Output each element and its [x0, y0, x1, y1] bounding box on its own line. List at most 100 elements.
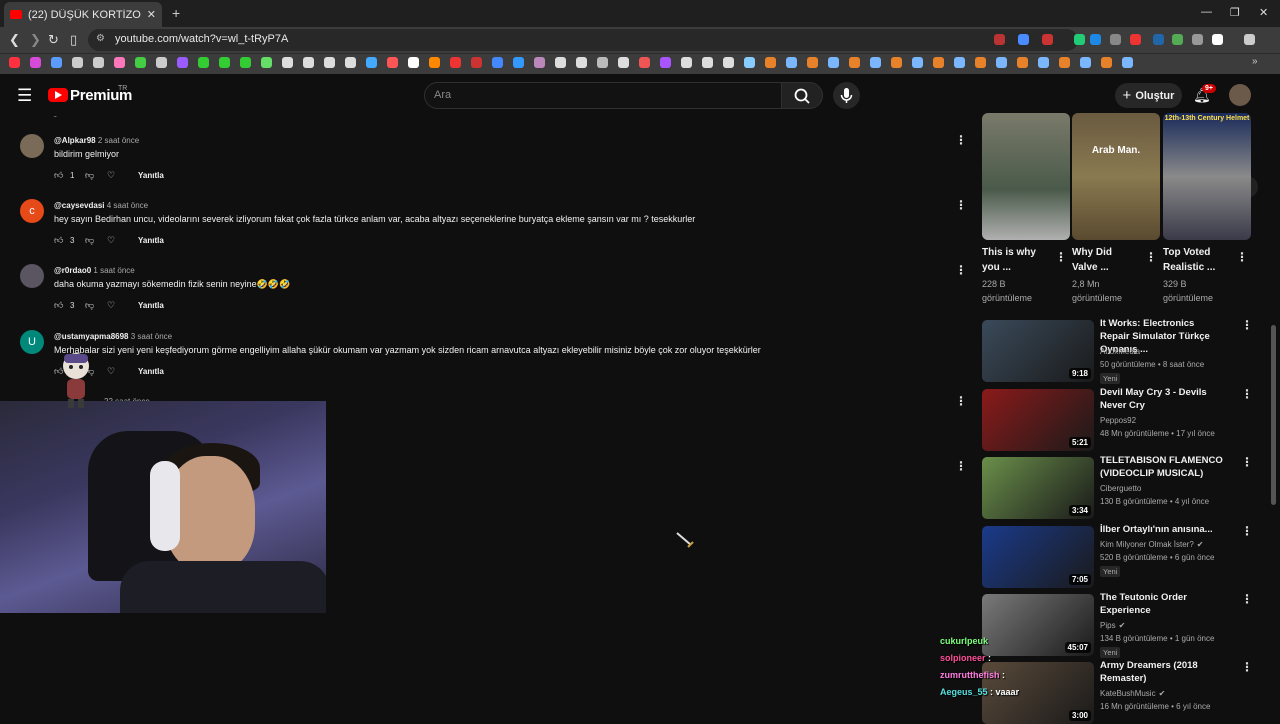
bookmark-icon[interactable] — [429, 57, 440, 68]
video-channel[interactable]: Ciberguetto — [1100, 484, 1141, 493]
account-avatar[interactable] — [1229, 84, 1251, 106]
bookmark-icon[interactable] — [849, 57, 860, 68]
bookmark-icon[interactable] — [597, 57, 608, 68]
video-channel[interactable]: AnoxMedia — [1100, 347, 1140, 356]
comment-author[interactable]: @ustamyapma8698 — [54, 332, 129, 341]
site-info-icon[interactable]: ⚙ — [96, 33, 105, 44]
bookmark-icon[interactable] — [387, 57, 398, 68]
bookmark-icon[interactable] — [828, 57, 839, 68]
video-thumbnail[interactable]: 3:34 — [982, 457, 1094, 519]
video-more-icon[interactable]: ⋮ — [1241, 524, 1253, 538]
bookmark-icon[interactable] — [933, 57, 944, 68]
extension-icon[interactable] — [1074, 34, 1085, 45]
comment-time[interactable]: 2 saat önce — [98, 136, 139, 145]
bookmark-icon[interactable] — [240, 57, 251, 68]
extension-icon[interactable] — [1153, 34, 1164, 45]
bookmark-icon[interactable] — [198, 57, 209, 68]
bookmark-icon[interactable] — [303, 57, 314, 68]
short-thumbnail[interactable]: 12th-13th Century Helmet — [1163, 113, 1251, 240]
bookmark-icon[interactable] — [786, 57, 797, 68]
bookmark-icon[interactable] — [660, 57, 671, 68]
short-title[interactable]: Why Did Valve ... — [1072, 245, 1132, 275]
bookmark-icon[interactable] — [156, 57, 167, 68]
more-bookmarks-icon[interactable]: » — [1252, 56, 1258, 67]
bookmark-icon[interactable] — [891, 57, 902, 68]
short-more-icon[interactable]: ⋮ — [1236, 250, 1248, 264]
reply-button[interactable]: Yanıtla — [138, 367, 164, 376]
reload-icon[interactable]: ↻ — [48, 32, 59, 48]
more-options-icon[interactable]: ⋮ — [955, 198, 967, 212]
extension-icon[interactable] — [1192, 34, 1203, 45]
heart-icon[interactable]: ♡ — [107, 366, 115, 377]
short-more-icon[interactable]: ⋮ — [1055, 250, 1067, 264]
bookmark-icon[interactable] — [912, 57, 923, 68]
bookmark-icon[interactable] — [219, 57, 230, 68]
reply-button[interactable]: Yanıtla — [138, 236, 164, 245]
video-more-icon[interactable]: ⋮ — [1241, 455, 1253, 469]
video-thumbnail[interactable]: 5:21 — [982, 389, 1094, 451]
heart-icon[interactable]: ♡ — [107, 170, 115, 181]
menu-icon[interactable]: ☰ — [17, 86, 32, 106]
bookmark-icon[interactable] — [177, 57, 188, 68]
video-title[interactable]: The Teutonic Order Experience — [1100, 591, 1225, 617]
bookmark-icon[interactable] — [345, 57, 356, 68]
bookmark-icon[interactable] — [1122, 57, 1133, 68]
video-title[interactable]: Army Dreamers (2018 Remaster) — [1100, 659, 1225, 685]
dislike-icon[interactable]: 👎︎ — [85, 170, 94, 181]
bookmark-icon[interactable] — [93, 57, 104, 68]
video-thumbnail[interactable]: 9:18 — [982, 320, 1094, 382]
like-icon[interactable]: 👍︎ — [54, 170, 63, 181]
comment-author[interactable]: @caysevdasi — [54, 201, 105, 210]
video-item[interactable]: 9:18 It Works: Electronics Repair Simulat… — [982, 318, 1277, 384]
short-more-icon[interactable]: ⋮ — [1145, 250, 1157, 264]
bookmark-icon[interactable] — [1059, 57, 1070, 68]
create-button[interactable]: + Oluştur — [1115, 83, 1182, 108]
search-input[interactable] — [424, 82, 782, 109]
bookmark-icon[interactable] — [702, 57, 713, 68]
comment-avatar[interactable] — [20, 134, 44, 158]
bookmark-icon[interactable] — [639, 57, 650, 68]
bookmark-icon[interactable] — [135, 57, 146, 68]
extension-icon[interactable] — [1244, 34, 1255, 45]
extension-icon[interactable] — [1110, 34, 1121, 45]
extension-icon[interactable] — [1090, 34, 1101, 45]
bookmark-icon[interactable] — [324, 57, 335, 68]
bookmark-icon[interactable] — [30, 57, 41, 68]
like-icon[interactable]: 👍︎ — [54, 235, 63, 246]
dislike-icon[interactable]: 👎︎ — [85, 235, 94, 246]
bookmark-icon[interactable] — [534, 57, 545, 68]
bookmark-icon[interactable] — [282, 57, 293, 68]
bookmark-icon[interactable] — [471, 57, 482, 68]
restore-icon[interactable]: ❐ — [1230, 6, 1240, 19]
bookmark-icon[interactable] — [576, 57, 587, 68]
close-tab-icon[interactable]: ✕ — [147, 8, 156, 21]
comment-time[interactable]: 1 saat önce — [93, 266, 134, 275]
bookmark-icon[interactable] — [513, 57, 524, 68]
comment-author[interactable]: @r0rdao0 — [54, 266, 91, 275]
extension-icon[interactable] — [994, 34, 1005, 45]
bookmark-icon[interactable] — [51, 57, 62, 68]
heart-icon[interactable]: ♡ — [107, 235, 115, 246]
bookmark-icon[interactable] — [555, 57, 566, 68]
bookmark-icon[interactable] — [954, 57, 965, 68]
heart-icon[interactable]: ♡ — [107, 300, 115, 311]
extension-icon[interactable] — [1018, 34, 1029, 45]
bookmark-icon[interactable] — [261, 57, 272, 68]
video-item[interactable]: 3:00 Army Dreamers (2018 Remaster) KateBus… — [982, 659, 1277, 724]
bookmark-icon[interactable] — [1038, 57, 1049, 68]
reply-button[interactable]: Yanıtla — [138, 301, 164, 310]
video-more-icon[interactable]: ⋮ — [1241, 387, 1253, 401]
video-more-icon[interactable]: ⋮ — [1241, 318, 1253, 332]
dislike-icon[interactable]: 👎︎ — [85, 366, 94, 377]
bookmark-icon[interactable] — [744, 57, 755, 68]
video-item[interactable]: 3:34 TELETABISON FLAMENCO (VIDEOCLIP MUSI… — [982, 455, 1277, 519]
new-tab-icon[interactable]: + — [172, 5, 180, 21]
bookmark-icon[interactable] — [366, 57, 377, 68]
bookmark-icon[interactable] — [996, 57, 1007, 68]
bookmark-icon[interactable] — [870, 57, 881, 68]
bookmark-icon[interactable] — [1080, 57, 1091, 68]
bookmark-icon[interactable] — [765, 57, 776, 68]
like-icon[interactable]: 👍︎ — [54, 366, 63, 377]
video-channel[interactable]: Peppos92 — [1100, 416, 1136, 425]
comment-avatar[interactable]: U — [20, 330, 44, 354]
